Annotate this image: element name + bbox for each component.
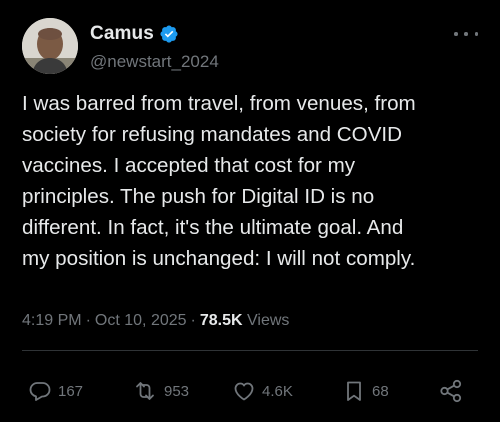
post-date[interactable]: Oct 10, 2025: [95, 312, 187, 329]
post-text-line: principles. The push for Digital ID is n…: [22, 185, 375, 208]
views-label: Views: [247, 312, 290, 329]
bookmark-button[interactable]: 68: [342, 374, 389, 408]
repost-icon: [136, 382, 154, 400]
share-icon: [440, 379, 462, 403]
views-count[interactable]: 78.5K: [200, 312, 243, 329]
bookmark-count: 68: [372, 382, 389, 400]
display-name-row: Camus: [90, 22, 219, 46]
verified-badge-icon: [159, 24, 179, 44]
reply-icon: [29, 382, 51, 401]
repost-button[interactable]: 953: [132, 374, 189, 408]
post: Camus @newstart_2024 I was barred from t…: [0, 0, 500, 422]
more-icon[interactable]: [454, 24, 478, 44]
repost-count: 953: [164, 382, 190, 400]
more-dot: [474, 32, 478, 36]
avatar[interactable]: [22, 18, 78, 74]
display-name[interactable]: Camus: [90, 23, 154, 45]
post-time[interactable]: 4:19 PM: [22, 312, 82, 329]
author-names: Camus @newstart_2024: [90, 22, 219, 72]
post-text-line: society for refusing mandates and COVID: [22, 123, 403, 146]
more-dot: [464, 32, 468, 36]
bookmark-icon: [347, 381, 361, 401]
action-bar: 167 953 4.6K 68: [28, 374, 474, 408]
post-text-line: my position is unchanged: I will not com…: [22, 247, 416, 270]
avatar-image: [22, 18, 78, 74]
more-dot: [454, 32, 458, 36]
share-button[interactable]: [438, 374, 464, 408]
author-handle[interactable]: @newstart_2024: [90, 52, 219, 72]
reply-count: 167: [58, 382, 84, 400]
post-text: I was barred from travel, from venues, f…: [22, 88, 484, 274]
divider: [22, 350, 478, 351]
meta-separator: ·: [85, 312, 91, 329]
like-button[interactable]: 4.6K: [232, 374, 293, 408]
post-text-line: different. In fact, it's the ultimate go…: [22, 216, 404, 239]
post-header: Camus @newstart_2024: [22, 18, 478, 74]
post-text-line: I was barred from travel, from venues, f…: [22, 92, 416, 115]
reply-button[interactable]: 167: [28, 374, 83, 408]
like-count: 4.6K: [262, 382, 293, 400]
heart-icon: [234, 382, 254, 401]
post-meta: 4:19 PM · Oct 10, 2025 · 78.5K Views: [22, 312, 289, 330]
post-text-line: vaccines. I accepted that cost for my: [22, 154, 356, 177]
meta-separator: ·: [190, 312, 196, 329]
